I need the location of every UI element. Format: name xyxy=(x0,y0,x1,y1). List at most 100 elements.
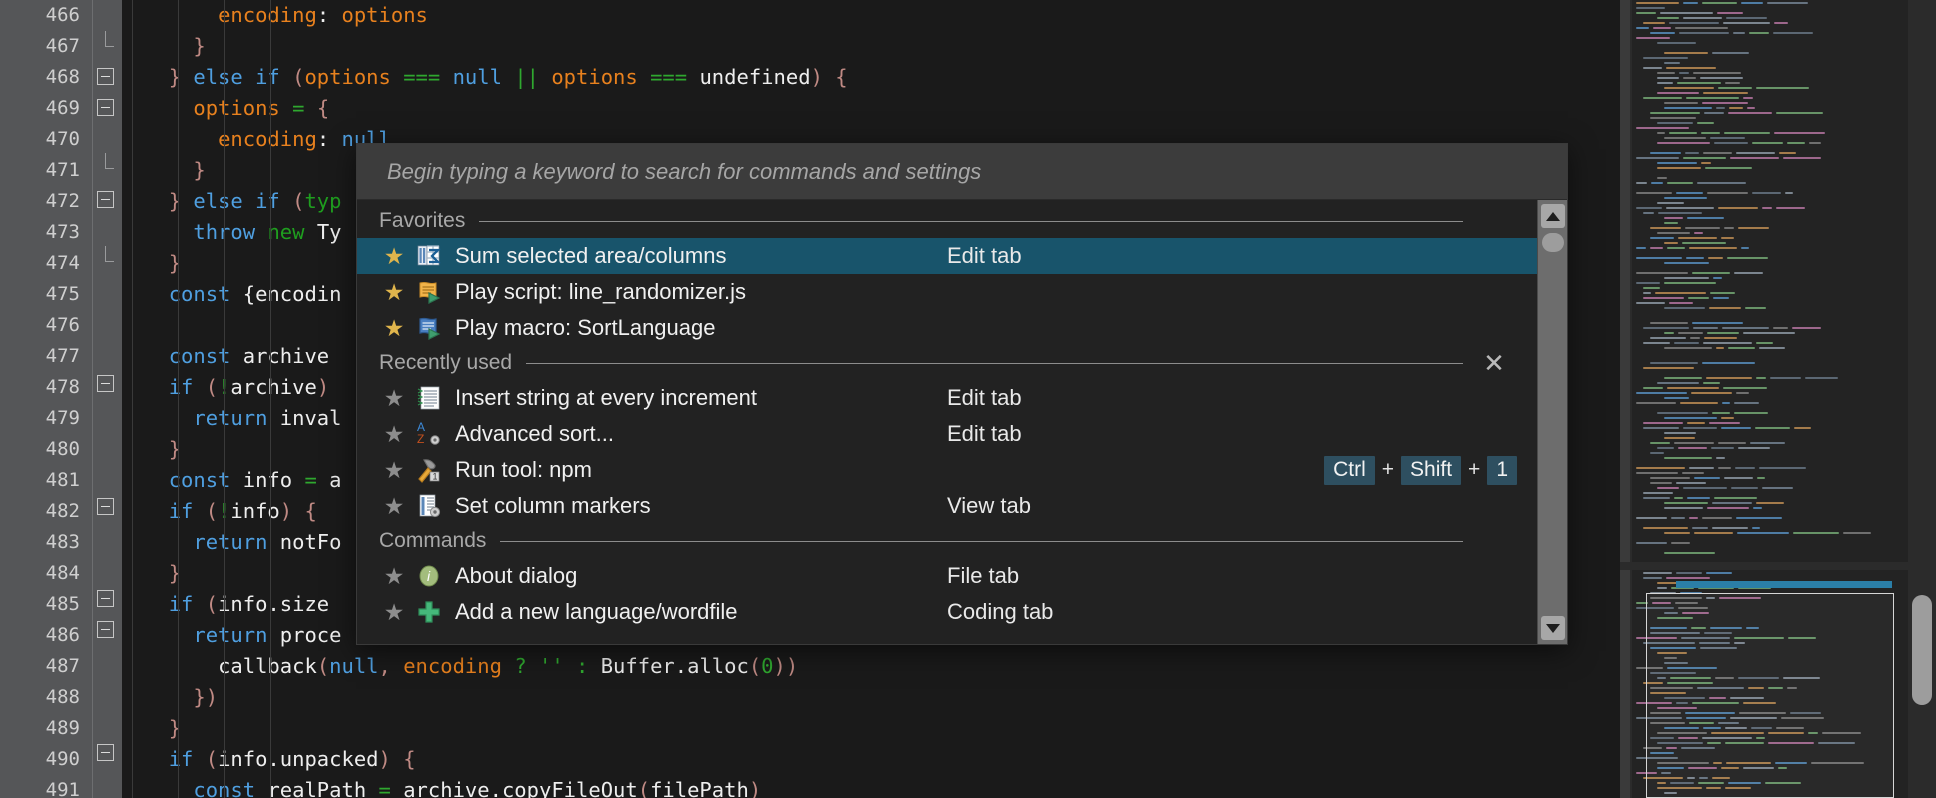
favorite-star-icon[interactable]: ★ xyxy=(379,563,409,590)
command-palette-dialog[interactable]: Begin typing a keyword to search for com… xyxy=(356,143,1568,645)
fold-cell[interactable] xyxy=(93,61,122,92)
minimap-code-line xyxy=(1657,17,1679,19)
fold-cell xyxy=(93,460,122,491)
fold-cell[interactable] xyxy=(93,583,122,614)
clear-recent-close-icon[interactable]: ✕ xyxy=(1479,350,1509,376)
line-number: 470 xyxy=(45,128,80,150)
minimap-code-line xyxy=(1636,127,1689,129)
command-search-field[interactable]: Begin typing a keyword to search for com… xyxy=(357,144,1567,200)
fold-cell[interactable] xyxy=(93,184,122,215)
fold-cell xyxy=(93,644,122,675)
macro-play-icon xyxy=(409,315,449,341)
command-list-scrollbar[interactable] xyxy=(1537,200,1567,644)
scroll-up-button[interactable] xyxy=(1541,204,1565,228)
minimap-code-line xyxy=(1726,17,1767,19)
favorite-star-icon[interactable]: ★ xyxy=(379,493,409,520)
minimap-code-line xyxy=(1718,442,1746,444)
command-list-item[interactable]: ★ Play macro: SortLanguage xyxy=(357,310,1537,346)
minimap-code-line xyxy=(1722,327,1769,329)
line-number: 490 xyxy=(45,748,80,770)
fold-collapse-icon[interactable] xyxy=(97,620,114,638)
minimap-panel-top[interactable] xyxy=(1632,0,1908,562)
minimap-code-line xyxy=(1664,137,1706,139)
minimap-code-line xyxy=(1694,532,1733,534)
fold-collapse-icon[interactable] xyxy=(97,99,114,117)
line-number: 474 xyxy=(45,252,80,274)
command-list-item[interactable]: ★ Sum selected area/columns Edit tab xyxy=(357,238,1537,274)
code-minimap[interactable] xyxy=(1620,0,1936,798)
favorite-star-filled-icon[interactable]: ★ xyxy=(379,315,409,342)
favorite-star-icon[interactable]: ★ xyxy=(379,599,409,626)
fold-cell[interactable] xyxy=(93,92,122,123)
command-list-item[interactable]: ★ A Z Advanced sort... Edit tab xyxy=(357,416,1537,452)
script-play-icon xyxy=(409,279,449,305)
plus-icon xyxy=(409,599,449,625)
minimap-code-line xyxy=(1693,72,1741,74)
minimap-panel-bottom[interactable] xyxy=(1632,570,1908,798)
favorite-star-icon[interactable]: ★ xyxy=(379,385,409,412)
minimap-code-line xyxy=(1759,347,1785,349)
minimap-scrollbar-thumb[interactable] xyxy=(1912,595,1932,705)
fold-collapse-icon[interactable] xyxy=(97,498,114,515)
section-divider xyxy=(479,220,1463,222)
minimap-code-line xyxy=(1710,292,1735,294)
command-list-item[interactable]: ★ i About dialog File tab xyxy=(357,558,1537,594)
minimap-code-line xyxy=(1724,477,1753,479)
minimap-viewport-box[interactable] xyxy=(1646,593,1894,798)
minimap-code-line xyxy=(1685,152,1699,154)
minimap-code-line xyxy=(1636,37,1670,39)
minimap-code-line xyxy=(1685,227,1720,229)
minimap-code-line xyxy=(1703,152,1732,154)
command-list-item[interactable]: ★ Set column markers View tab xyxy=(357,488,1537,524)
command-list-item[interactable]: ★ Add a new language/wordfile Coding tab xyxy=(357,594,1537,630)
fold-branch-icon xyxy=(105,153,114,170)
code-folding-column[interactable] xyxy=(92,0,122,798)
minimap-code-line xyxy=(1650,322,1688,324)
minimap-code-line xyxy=(1669,132,1697,134)
minimap-code-line xyxy=(1756,342,1773,344)
command-list-item[interactable]: ★ Insert string at every increment Edit ta… xyxy=(357,380,1537,416)
minimap-code-line xyxy=(1767,2,1808,4)
minimap-divider xyxy=(1620,562,1936,570)
fold-cell[interactable] xyxy=(93,368,122,399)
fold-cell[interactable] xyxy=(93,614,122,645)
minimap-code-line xyxy=(1688,297,1709,299)
minimap-code-line xyxy=(1692,272,1730,274)
minimap-code-line xyxy=(1711,447,1734,449)
minimap-code-line xyxy=(1687,217,1724,219)
fold-cell[interactable] xyxy=(93,737,122,768)
minimap-code-line xyxy=(1692,527,1708,529)
minimap-code-line xyxy=(1713,277,1722,279)
minimap-code-line xyxy=(1650,247,1663,249)
command-list[interactable]: Favorites ★ Sum selected area/columns Edit … xyxy=(357,200,1537,644)
scrollbar-thumb[interactable] xyxy=(1542,233,1564,252)
minimap-code-line xyxy=(1643,327,1689,329)
favorite-star-filled-icon[interactable]: ★ xyxy=(379,279,409,306)
command-list-item[interactable]: ★ 1 Run tool: npm Ctrl + Shift +1 xyxy=(357,452,1537,488)
minimap-code-line xyxy=(1657,167,1701,169)
minimap-code-line xyxy=(1636,192,1672,194)
scroll-down-button[interactable] xyxy=(1541,616,1565,640)
favorite-star-icon[interactable]: ★ xyxy=(379,421,409,448)
minimap-code-line xyxy=(1792,327,1821,329)
command-section-label: Favorites xyxy=(379,209,466,232)
minimap-code-line xyxy=(1694,477,1720,479)
shortcut-key: 1 xyxy=(1487,455,1517,485)
line-number: 480 xyxy=(45,438,80,460)
line-number: 473 xyxy=(45,221,80,243)
fold-collapse-icon[interactable] xyxy=(97,743,114,761)
fold-cell[interactable] xyxy=(93,491,122,522)
minimap-code-line xyxy=(1643,367,1694,369)
fold-collapse-icon[interactable] xyxy=(97,191,114,209)
fold-collapse-icon[interactable] xyxy=(97,590,114,608)
fold-collapse-icon[interactable] xyxy=(97,68,114,86)
fold-collapse-icon[interactable] xyxy=(97,375,114,393)
minimap-code-line xyxy=(1731,487,1758,489)
minimap-code-line xyxy=(1704,337,1737,339)
minimap-code-line xyxy=(1707,332,1739,334)
favorite-star-icon[interactable]: ★ xyxy=(379,457,409,484)
favorite-star-filled-icon[interactable]: ★ xyxy=(379,243,409,270)
minimap-code-line xyxy=(1679,72,1689,74)
minimap-code-line xyxy=(1657,92,1699,94)
command-list-item[interactable]: ★ Play script: line_randomizer.js xyxy=(357,274,1537,310)
